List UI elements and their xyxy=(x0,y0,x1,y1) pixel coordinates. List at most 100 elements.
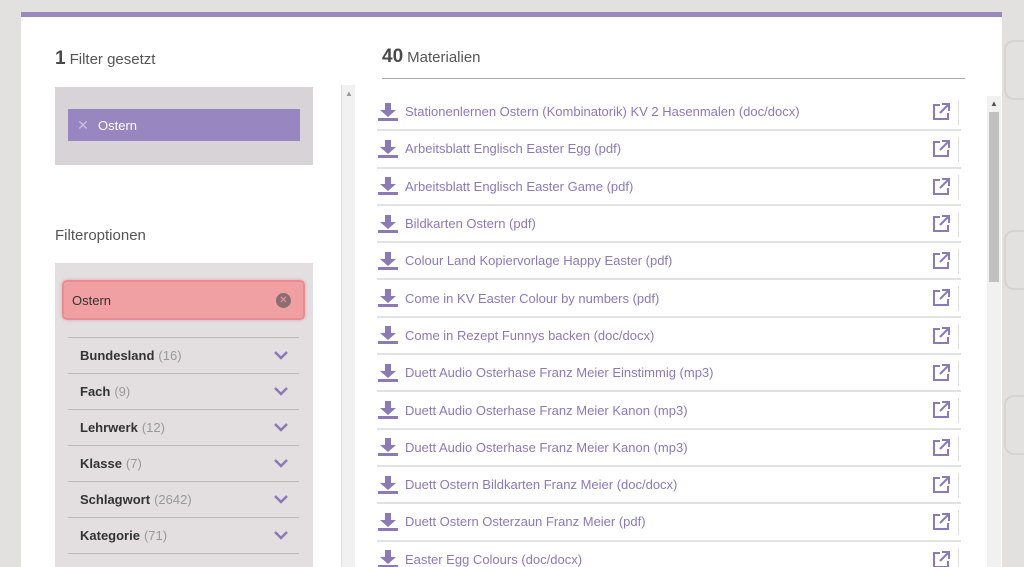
material-title[interactable]: Duett Ostern Osterzaun Franz Meier (pdf) xyxy=(405,514,646,529)
download-icon[interactable] xyxy=(377,288,399,308)
material-row: Stationenlernen Ostern (Kombinatorik) KV… xyxy=(377,94,961,132)
material-row: Duett Ostern Bildkarten Franz Meier (doc… xyxy=(377,467,961,505)
facet-name: Schlagwort xyxy=(80,492,151,507)
row-separator xyxy=(958,100,959,125)
active-filters-count: 1 xyxy=(55,48,66,69)
open-external-icon[interactable] xyxy=(931,363,951,383)
material-title[interactable]: Duett Audio Osterhase Franz Meier Kanon … xyxy=(405,403,688,418)
download-icon[interactable] xyxy=(377,437,399,457)
open-external-icon[interactable] xyxy=(931,550,951,567)
download-icon[interactable] xyxy=(377,251,399,271)
open-external-icon[interactable] xyxy=(931,512,951,532)
close-icon[interactable]: ✕ xyxy=(68,117,98,134)
open-external-icon[interactable] xyxy=(931,214,951,234)
download-icon[interactable] xyxy=(377,475,399,495)
material-title[interactable]: Come in Rezept Funnys backen (doc/docx) xyxy=(405,328,654,343)
row-separator xyxy=(958,249,959,275)
filter-scrollbar[interactable]: ▲ xyxy=(341,85,355,567)
material-title[interactable]: Bildkarten Ostern (pdf) xyxy=(405,216,536,231)
row-separator xyxy=(958,323,959,349)
material-row: Easter Egg Colours (doc/docx) xyxy=(377,542,961,567)
download-icon[interactable] xyxy=(377,139,399,159)
row-separator xyxy=(958,286,959,312)
facet-list: Bundesland (16) Fach (9) Lehrwerk (12) K… xyxy=(68,337,299,567)
row-separator xyxy=(958,547,959,567)
open-external-icon[interactable] xyxy=(931,438,951,458)
open-external-icon[interactable] xyxy=(931,326,951,346)
row-separator xyxy=(958,361,959,387)
material-row: Duett Audio Osterhase Franz Meier Kanon … xyxy=(377,392,961,430)
panel-top-accent-bar xyxy=(21,12,1002,17)
material-title[interactable]: Duett Ostern Bildkarten Franz Meier (doc… xyxy=(405,477,677,492)
material-title[interactable]: Stationenlernen Ostern (Kombinatorik) KV… xyxy=(405,104,800,119)
row-separator xyxy=(958,510,959,536)
open-external-icon[interactable] xyxy=(931,251,951,271)
row-separator xyxy=(958,472,959,498)
open-external-icon[interactable] xyxy=(931,102,951,122)
materials-scrollbar[interactable]: ▲ xyxy=(987,96,1001,567)
material-title[interactable]: Arbeitsblatt Englisch Easter Egg (pdf) xyxy=(405,141,621,156)
download-icon[interactable] xyxy=(377,363,399,383)
active-filters-box: ✕ Ostern xyxy=(55,87,313,165)
material-row: Arbeitsblatt Englisch Easter Egg (pdf) xyxy=(377,131,961,169)
download-icon[interactable] xyxy=(377,176,399,196)
active-filter-tag[interactable]: ✕ Ostern xyxy=(68,109,300,141)
chevron-down-icon xyxy=(274,387,288,396)
material-row: Bildkarten Ostern (pdf) xyxy=(377,206,961,244)
facet-name: Fach xyxy=(80,384,111,399)
material-title[interactable]: Duett Audio Osterhase Franz Meier Kanon … xyxy=(405,440,688,455)
facet-name: Klasse xyxy=(80,456,122,471)
facet-count: (16) xyxy=(158,348,182,363)
facet-count: (12) xyxy=(141,420,165,435)
open-external-icon[interactable] xyxy=(931,475,951,495)
chevron-down-icon xyxy=(274,531,288,540)
clear-search-icon[interactable]: ✕ xyxy=(276,293,291,308)
active-filter-label: Ostern xyxy=(98,117,138,133)
facet-bundesland[interactable]: Bundesland (16) xyxy=(68,337,299,373)
open-external-icon[interactable] xyxy=(931,400,951,420)
facet-klasse[interactable]: Klasse (7) xyxy=(68,445,299,481)
facet-more[interactable] xyxy=(68,553,299,567)
download-icon[interactable] xyxy=(377,400,399,420)
scroll-up-icon[interactable]: ▲ xyxy=(990,99,998,108)
open-external-icon[interactable] xyxy=(931,288,951,308)
chevron-down-icon xyxy=(274,495,288,504)
facet-name: Kategorie xyxy=(80,528,140,543)
material-row: Colour Land Kopiervorlage Happy Easter (… xyxy=(377,243,961,281)
facet-count: (9) xyxy=(114,384,131,399)
material-title[interactable]: Arbeitsblatt Englisch Easter Game (pdf) xyxy=(405,179,633,194)
download-icon[interactable] xyxy=(377,512,399,532)
filteroptions-box: ✕ Bundesland (16) Fach (9) Lehrwerk (12)… xyxy=(55,263,313,567)
scrollbar-thumb[interactable] xyxy=(989,112,999,282)
material-row: Come in Rezept Funnys backen (doc/docx) xyxy=(377,318,961,356)
download-icon[interactable] xyxy=(377,214,399,234)
main-panel: 1 Filter gesetzt ✕ Ostern Filteroptionen … xyxy=(21,12,1002,567)
facet-lehrwerk[interactable]: Lehrwerk (12) xyxy=(68,409,299,445)
materials-heading: 40 Materialien xyxy=(382,46,481,68)
filteroptions-heading: Filteroptionen xyxy=(55,227,146,244)
material-title[interactable]: Colour Land Kopiervorlage Happy Easter (… xyxy=(405,253,672,268)
row-separator xyxy=(958,398,959,424)
facet-schlagwort[interactable]: Schlagwort (2642) xyxy=(68,481,299,517)
open-external-icon[interactable] xyxy=(931,177,951,197)
scroll-up-icon[interactable]: ▲ xyxy=(345,89,353,98)
background-decoration xyxy=(1004,230,1024,290)
background-decoration xyxy=(1004,40,1024,100)
facet-name: Bundesland xyxy=(80,348,155,363)
material-title[interactable]: Duett Audio Osterhase Franz Meier Einsti… xyxy=(405,365,714,380)
download-icon[interactable] xyxy=(377,102,399,122)
material-row: Come in KV Easter Colour by numbers (pdf… xyxy=(377,280,961,318)
facet-kategorie[interactable]: Kategorie (71) xyxy=(68,517,299,553)
material-title[interactable]: Come in KV Easter Colour by numbers (pdf… xyxy=(405,291,659,306)
materials-divider xyxy=(382,78,965,79)
materials-label: Materialien xyxy=(407,49,481,66)
row-separator xyxy=(958,137,959,163)
filter-search-field[interactable]: ✕ xyxy=(62,280,305,320)
open-external-icon[interactable] xyxy=(931,139,951,159)
material-title[interactable]: Easter Egg Colours (doc/docx) xyxy=(405,552,582,567)
download-icon[interactable] xyxy=(377,325,399,345)
download-icon[interactable] xyxy=(377,549,399,567)
facet-fach[interactable]: Fach (9) xyxy=(68,373,299,409)
chevron-down-icon xyxy=(274,459,288,468)
filter-search-input[interactable] xyxy=(72,290,262,310)
